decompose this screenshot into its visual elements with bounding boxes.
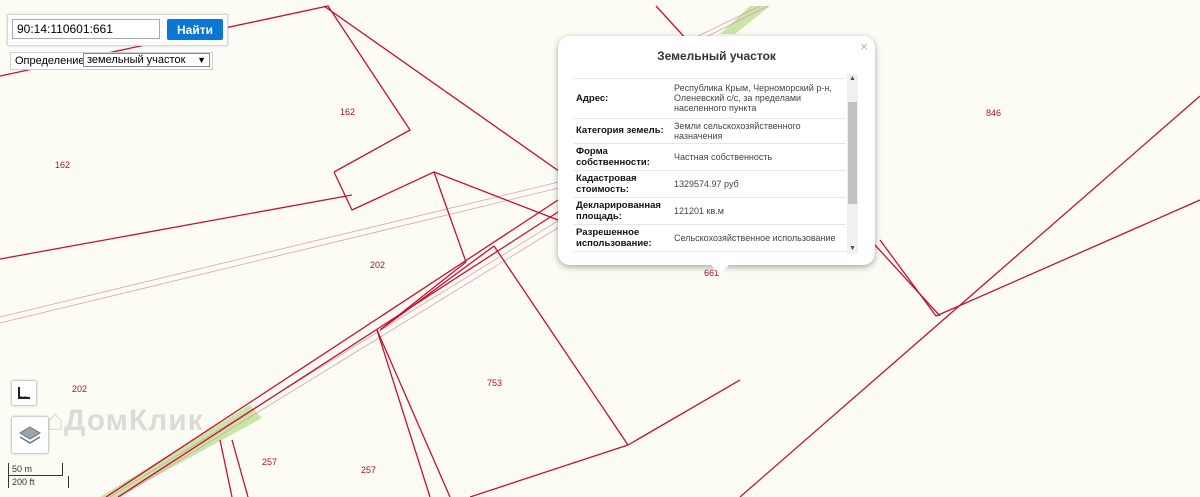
layers-icon <box>19 426 41 444</box>
row-label: Адрес: <box>574 78 672 119</box>
ruler-button[interactable] <box>11 380 37 406</box>
search-panel: Найти <box>7 14 228 46</box>
row-value: Частная собственность <box>672 143 846 171</box>
scale-bar: 50 m 200 ft <box>8 463 69 493</box>
table-row: Декларированная площадь: 121201 кв.м <box>574 197 846 225</box>
row-label: Декларированная площадь: <box>574 197 672 225</box>
parcel-label: 257 <box>262 457 277 467</box>
parcel-info-popup: × Земельный участок Адрес: Республика Кр… <box>558 36 875 265</box>
popup-scrollbar[interactable]: ▲ ▼ <box>847 74 858 254</box>
row-value: Сельскохозяйственное использование <box>672 224 846 252</box>
table-row: Разрешенное использование: Сельскохозяйс… <box>574 224 846 252</box>
scale-metric: 50 m <box>8 463 63 476</box>
row-label: Разрешенное использование: <box>574 224 672 252</box>
definition-panel: Определение: земельный участок ▼ <box>10 52 213 70</box>
row-value: Республика Крым, Черноморский р-н, Олене… <box>672 78 846 119</box>
table-row: Кадастровая стоимость: 1329574.97 руб <box>574 170 846 198</box>
row-value: 1329574.97 руб <box>672 170 846 198</box>
parcel-info-table: Адрес: Республика Крым, Черноморский р-н… <box>574 74 846 252</box>
parcel-label: 202 <box>370 260 385 270</box>
popup-title: Земельный участок <box>657 49 776 63</box>
scroll-down-icon[interactable]: ▼ <box>847 244 858 254</box>
watermark-text: ДомКлик <box>64 404 204 437</box>
cadastral-search-input[interactable] <box>12 19 160 39</box>
parcel-label: 846 <box>986 108 1001 118</box>
search-button[interactable]: Найти <box>167 19 223 40</box>
row-value: Земли сельскохозяйственного назначения <box>672 118 846 144</box>
scale-imperial: 200 ft <box>8 476 69 488</box>
table-row: Форма собственности: Частная собственнос… <box>574 143 846 171</box>
parcel-label: 257 <box>361 465 376 475</box>
row-label: Форма собственности: <box>574 143 672 171</box>
parcel-label: 753 <box>487 378 502 388</box>
definition-label: Определение: <box>15 55 88 67</box>
parcel-label: 162 <box>340 107 355 117</box>
popup-pointer <box>710 264 730 274</box>
definition-select[interactable]: земельный участок ▼ <box>83 53 210 67</box>
popup-scroll-area[interactable]: Адрес: Республика Крым, Черноморский р-н… <box>574 74 859 254</box>
scroll-thumb[interactable] <box>848 102 857 204</box>
table-row: Адрес: Республика Крым, Черноморский р-н… <box>574 78 846 119</box>
parcel-label: 202 <box>72 384 87 394</box>
definition-select-value: земельный участок <box>87 54 186 66</box>
watermark-logo: ⌂ ДомКлик <box>46 404 204 438</box>
layers-button[interactable] <box>11 416 49 454</box>
house-icon: ⌂ <box>46 404 66 437</box>
row-value: 121201 кв.м <box>672 197 846 225</box>
table-row: Категория земель: Земли сельскохозяйстве… <box>574 118 846 144</box>
ruler-icon <box>18 387 30 399</box>
scroll-up-icon[interactable]: ▲ <box>847 74 858 84</box>
row-label: Кадастровая стоимость: <box>574 170 672 198</box>
parcel-label: 162 <box>55 160 70 170</box>
row-label: Категория земель: <box>574 118 672 144</box>
chevron-down-icon: ▼ <box>197 55 206 65</box>
